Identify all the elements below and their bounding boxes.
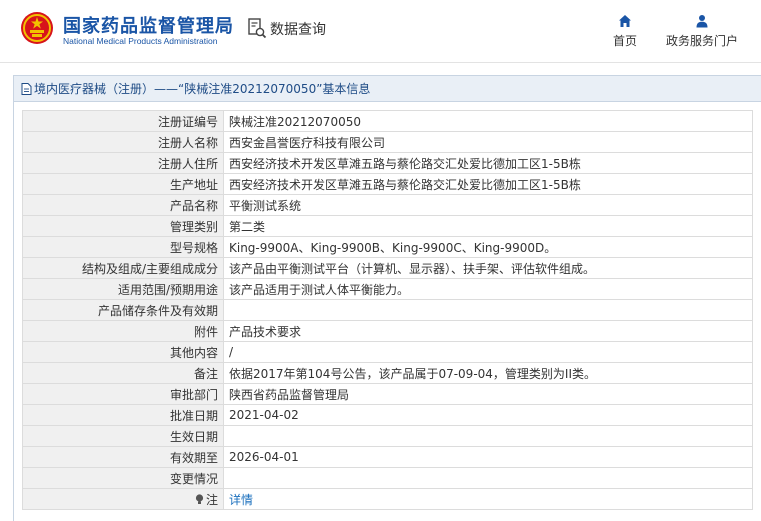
panel-heading: 境内医疗器械（注册）——“陕械注准20212070050”基本信息: [14, 76, 761, 102]
table-row: 产品储存条件及有效期: [22, 299, 753, 321]
data-query-label: 数据查询: [270, 21, 326, 38]
nav-services-portal[interactable]: 政务服务门户: [660, 14, 744, 49]
note-value-cell: 详情: [223, 488, 753, 510]
field-value: 该产品适用于测试人体平衡能力。: [223, 278, 753, 300]
field-value: 2021-04-02: [223, 404, 753, 426]
details-link[interactable]: 详情: [229, 493, 253, 507]
table-row: 产品名称 平衡测试系统: [22, 194, 753, 216]
nav-home[interactable]: 首页: [606, 14, 644, 49]
header-divider: [0, 62, 761, 63]
field-value: 依据2017年第104号公告，该产品属于07-09-04，管理类别为II类。: [223, 362, 753, 384]
field-label: 管理类别: [22, 215, 224, 237]
field-value: 西安经济技术开发区草滩五路与蔡伦路交汇处爱比德加工区1-5B栋: [223, 152, 753, 174]
table-row: 生效日期: [22, 425, 753, 447]
table-row: 其他内容 /: [22, 341, 753, 363]
field-label: 注册人住所: [22, 152, 224, 174]
field-label: 注册人名称: [22, 131, 224, 153]
field-value: 西安金昌誉医疗科技有限公司: [223, 131, 753, 153]
table-row: 有效期至 2026-04-01: [22, 446, 753, 468]
national-emblem-icon: [21, 12, 53, 44]
table-row: 适用范围/预期用途 该产品适用于测试人体平衡能力。: [22, 278, 753, 300]
table-row: 变更情况: [22, 467, 753, 489]
nav-services-label: 政务服务门户: [665, 34, 738, 48]
field-label: 批准日期: [22, 404, 224, 426]
table-row: 注册证编号 陕械注准20212070050: [22, 110, 753, 132]
data-query-link[interactable]: 数据查询: [248, 18, 326, 39]
field-label: 生产地址: [22, 173, 224, 195]
table-row: 生产地址 西安经济技术开发区草滩五路与蔡伦路交汇处爱比德加工区1-5B栋: [22, 173, 753, 195]
table-row: 型号规格 King-9900A、King-9900B、King-9900C、Kin…: [22, 236, 753, 258]
table-row: 管理类别 第二类: [22, 215, 753, 237]
field-label: 附件: [22, 320, 224, 342]
document-icon: [21, 82, 32, 95]
note-label-cell: 注: [22, 488, 224, 510]
site-header: 国家药品监督管理局 National Medical Products Admi…: [0, 0, 761, 62]
info-table-body: 注册证编号 陕械注准20212070050 注册人名称 西安金昌誉医疗科技有限公司 注册…: [22, 110, 753, 510]
site-subtitle: National Medical Products Administration: [63, 36, 218, 46]
field-value: 产品技术要求: [223, 320, 753, 342]
note-label: 注: [205, 492, 218, 507]
user-icon: [696, 15, 708, 28]
field-value: 陕西省药品监督管理局: [223, 383, 753, 405]
field-value: 该产品由平衡测试平台（计算机、显示器）、扶手架、评估软件组成。: [223, 257, 753, 279]
field-value: 陕械注准20212070050: [223, 110, 753, 132]
bulb-icon: [195, 493, 204, 504]
field-value: 西安经济技术开发区草滩五路与蔡伦路交汇处爱比德加工区1-5B栋: [223, 173, 753, 195]
field-label: 适用范围/预期用途: [22, 278, 224, 300]
registration-info-table: 注册证编号 陕械注准20212070050 注册人名称 西安金昌誉医疗科技有限公司 注册…: [22, 110, 753, 510]
field-label: 其他内容: [22, 341, 224, 363]
table-row: 批准日期 2021-04-02: [22, 404, 753, 426]
field-label: 生效日期: [22, 425, 224, 447]
field-value: /: [223, 341, 753, 363]
field-value: 平衡测试系统: [223, 194, 753, 216]
field-value: 第二类: [223, 215, 753, 237]
data-search-icon: [248, 18, 267, 39]
field-label: 有效期至: [22, 446, 224, 468]
detail-panel: 境内医疗器械（注册）——“陕械注准20212070050”基本信息 注册证编号陕…: [13, 75, 761, 521]
field-label: 注册证编号: [22, 110, 224, 132]
field-value: [223, 299, 753, 321]
table-row: 审批部门 陕西省药品监督管理局: [22, 383, 753, 405]
table-row: 注册人名称 西安金昌誉医疗科技有限公司: [22, 131, 753, 153]
table-row: 附件 产品技术要求: [22, 320, 753, 342]
field-label: 备注: [22, 362, 224, 384]
nav-home-label: 首页: [612, 34, 637, 48]
field-value: [223, 425, 753, 447]
table-row: 备注 依据2017年第104号公告，该产品属于07-09-04，管理类别为II类。: [22, 362, 753, 384]
note-row: 注详情: [22, 488, 753, 510]
field-value: [223, 467, 753, 489]
field-value: King-9900A、King-9900B、King-9900C、King-99…: [223, 236, 753, 258]
site-title: 国家药品监督管理局: [63, 16, 234, 37]
field-value: 2026-04-01: [223, 446, 753, 468]
panel-heading-text: 境内医疗器械（注册）——“陕械注准20212070050”基本信息: [34, 82, 371, 96]
field-label: 变更情况: [22, 467, 224, 489]
field-label: 产品名称: [22, 194, 224, 216]
field-label: 结构及组成/主要组成成分: [22, 257, 224, 279]
field-label: 产品储存条件及有效期: [22, 299, 224, 321]
field-label: 型号规格: [22, 236, 224, 258]
table-row: 注册人住所 西安经济技术开发区草滩五路与蔡伦路交汇处爱比德加工区1-5B栋: [22, 152, 753, 174]
field-label: 审批部门: [22, 383, 224, 405]
home-icon: [619, 15, 631, 27]
table-row: 结构及组成/主要组成成分 该产品由平衡测试平台（计算机、显示器）、扶手架、评估软件…: [22, 257, 753, 279]
